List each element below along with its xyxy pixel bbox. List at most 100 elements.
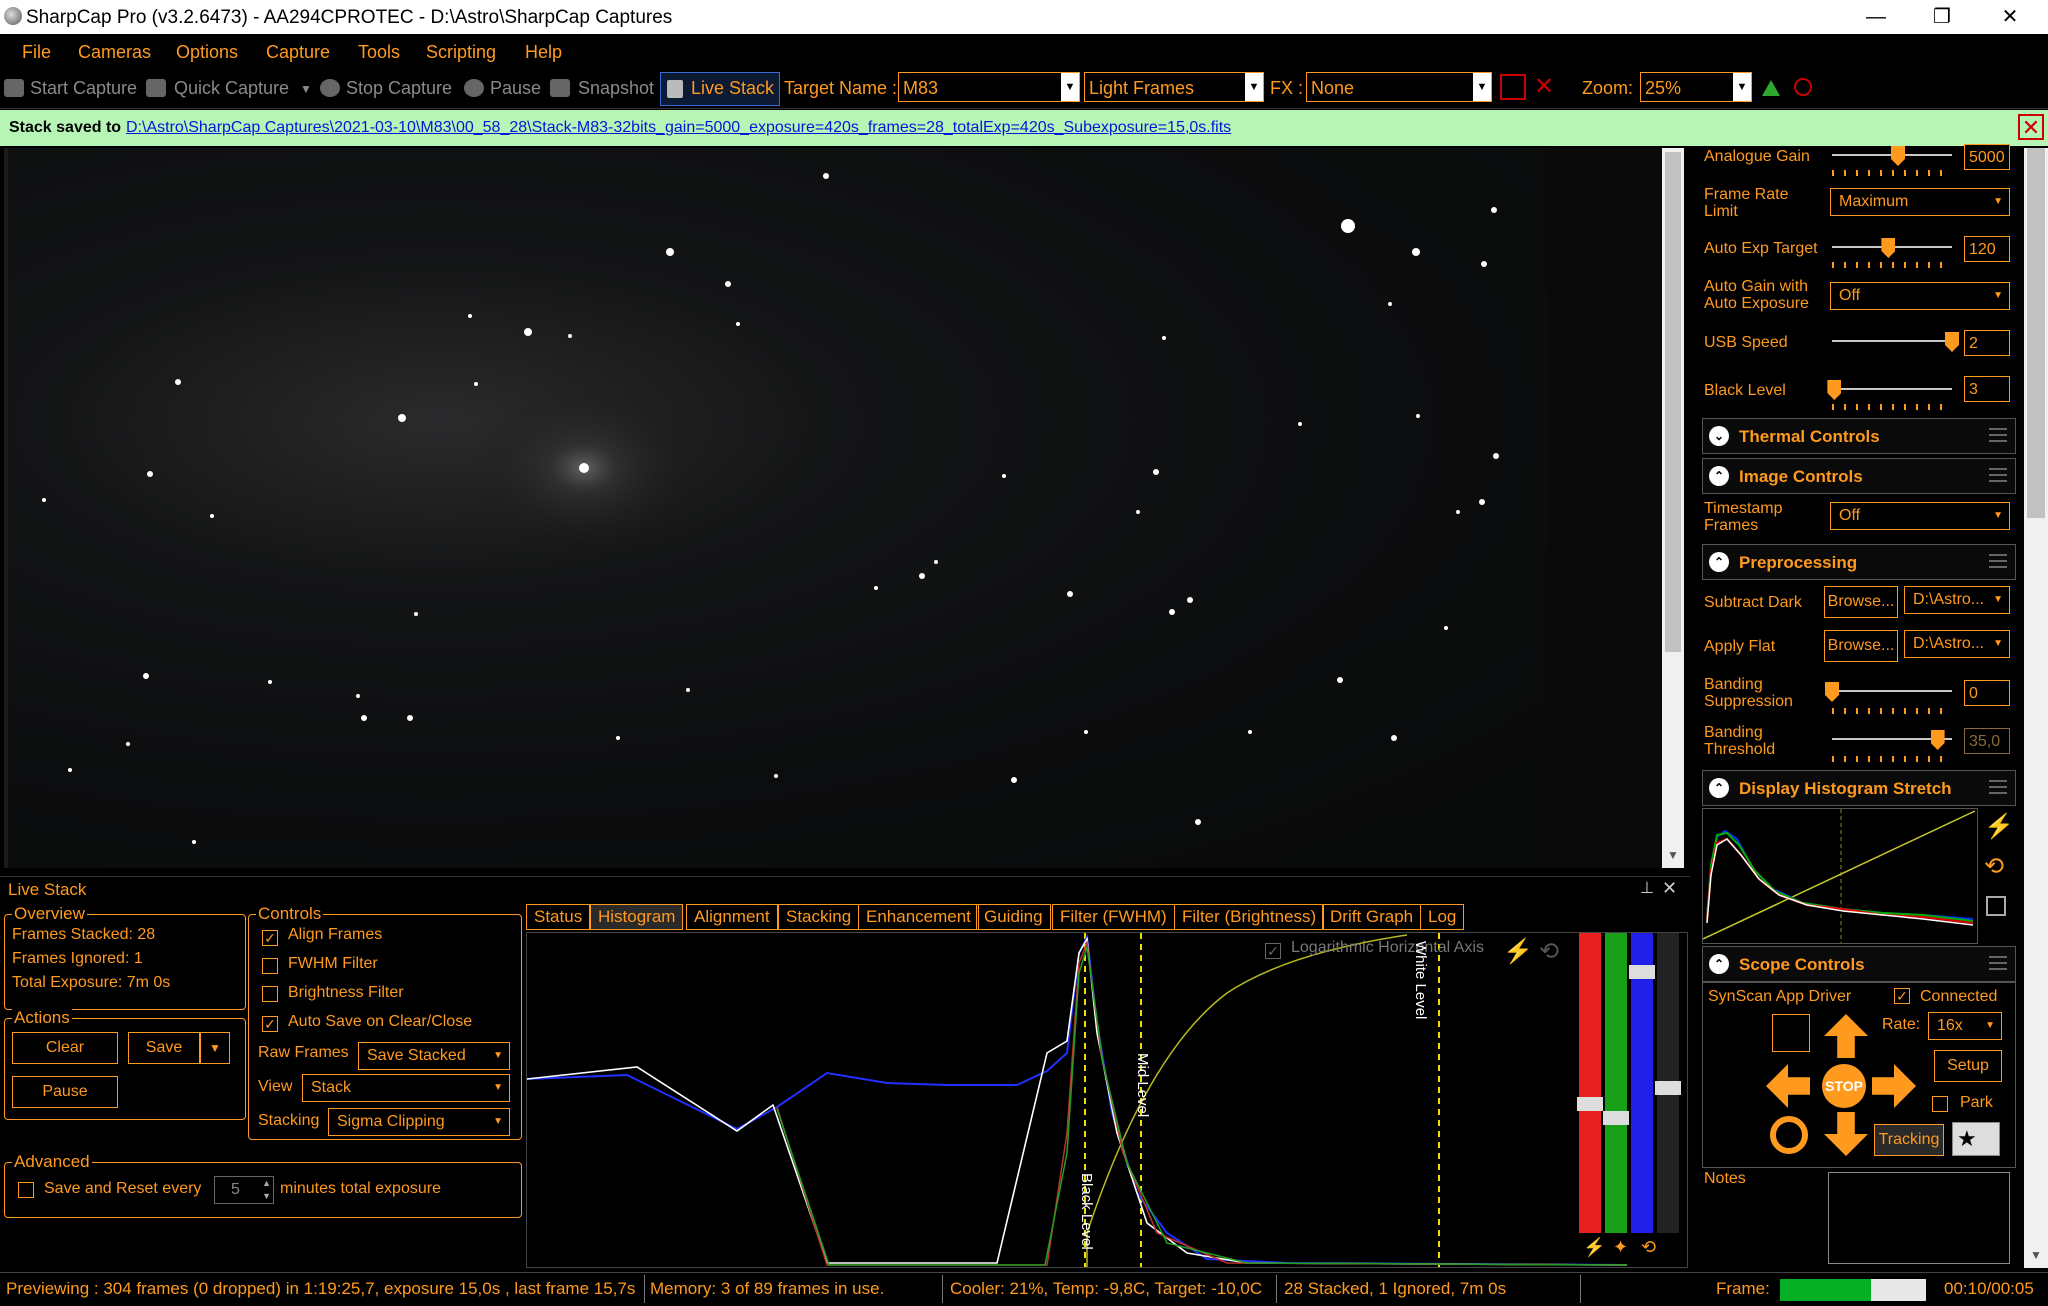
roi-icon[interactable]: [1500, 74, 1526, 100]
fx-select[interactable]: None ▼: [1306, 72, 1492, 102]
connected-checkbox[interactable]: ✓: [1894, 988, 1910, 1004]
blue-level-slider[interactable]: [1629, 933, 1655, 1233]
apply-flat-select[interactable]: D:\Astro... ▼: [1904, 630, 2010, 658]
clear-button[interactable]: Clear: [12, 1032, 118, 1064]
pin-icon[interactable]: ⊥: [1640, 878, 1654, 898]
star-icon[interactable]: ★: [1952, 1122, 2000, 1156]
reset-icon[interactable]: ⟲: [1984, 852, 2004, 881]
slider-handle[interactable]: [1603, 1111, 1629, 1125]
menu-options[interactable]: Options: [176, 42, 238, 63]
white-level-marker[interactable]: White Level: [1412, 941, 1429, 1019]
red-level-slider[interactable]: [1577, 933, 1603, 1233]
auto-save-checkbox[interactable]: ✓: [262, 1016, 278, 1032]
tab-log[interactable]: Log: [1420, 904, 1465, 930]
scope-controls-header[interactable]: ⌃ Scope Controls: [1702, 946, 2016, 982]
maximize-button[interactable]: ❐: [1912, 0, 1972, 34]
histogram-icon[interactable]: [1762, 80, 1780, 96]
tab-enhancement[interactable]: Enhancement: [858, 904, 979, 930]
frame-rate-limit-select[interactable]: Maximum ▼: [1830, 188, 2010, 216]
setup-button[interactable]: Setup: [1934, 1050, 2002, 1082]
stack-histogram[interactable]: ✓ Logarithmic Horizontal Axis Black Leve…: [526, 932, 1688, 1268]
timestamp-frames-select[interactable]: Off ▼: [1830, 502, 2010, 530]
brightness-filter-checkbox[interactable]: [262, 986, 278, 1002]
pause-stack-button[interactable]: Pause: [12, 1076, 118, 1108]
image-controls-header[interactable]: ⌃ Image Controls: [1702, 458, 2016, 494]
save-options-dropdown[interactable]: ▼: [200, 1032, 230, 1064]
stretch-histogram[interactable]: [1702, 808, 1978, 944]
reset-icon[interactable]: ⟲: [1539, 937, 1559, 966]
zoom-select[interactable]: 25% ▼: [1640, 72, 1752, 102]
menu-cameras[interactable]: Cameras: [78, 42, 151, 63]
crosshair-off-icon[interactable]: ✕: [1534, 72, 1554, 101]
auto-gain-select[interactable]: Off ▼: [1830, 282, 2010, 310]
tab-stacking[interactable]: Stacking: [778, 904, 860, 930]
menu-icon[interactable]: [1989, 554, 2007, 568]
notes-textarea[interactable]: [1828, 1172, 2010, 1264]
tab-filter-fwhm[interactable]: Filter (FWHM): [1052, 904, 1175, 930]
banding-suppression-value[interactable]: 0: [1964, 680, 2010, 706]
slider-handle[interactable]: [1577, 1097, 1603, 1111]
auto-stretch-icon[interactable]: ⚡: [1503, 937, 1533, 966]
rate-select[interactable]: 16x ▼: [1928, 1012, 2002, 1040]
quick-capture-button[interactable]: Quick Capture: [174, 78, 289, 99]
fwhm-filter-checkbox[interactable]: [262, 958, 278, 974]
tab-alignment[interactable]: Alignment: [686, 904, 778, 930]
align-frames-checkbox[interactable]: ✓: [262, 930, 278, 946]
tab-drift-graph[interactable]: Drift Graph: [1322, 904, 1422, 930]
minimize-button[interactable]: —: [1846, 0, 1906, 34]
menu-icon[interactable]: [1989, 468, 2007, 482]
crosshair-icon[interactable]: [1770, 1116, 1808, 1154]
banding-threshold-value[interactable]: 35,0: [1964, 728, 2010, 754]
park-checkbox[interactable]: [1932, 1096, 1948, 1112]
stepper-arrows-icon[interactable]: ▲ ▼: [262, 1177, 271, 1203]
view-select[interactable]: Stack ▼: [302, 1074, 510, 1102]
green-level-slider[interactable]: [1603, 933, 1629, 1233]
frame-type-select[interactable]: Light Frames ▼: [1084, 72, 1264, 102]
mid-level-marker[interactable]: Mid Level: [1134, 1053, 1151, 1117]
black-level-marker[interactable]: Black Level: [1078, 1173, 1095, 1250]
raw-frames-select[interactable]: Save Stacked ▼: [358, 1042, 510, 1070]
tab-guiding[interactable]: Guiding: [976, 904, 1051, 930]
image-scrollbar[interactable]: ▼: [1662, 148, 1684, 868]
menu-icon[interactable]: [1989, 956, 2007, 970]
panel-scroll-thumb[interactable]: [2027, 148, 2045, 518]
goto-icon[interactable]: [1772, 1014, 1810, 1052]
preprocessing-header[interactable]: ⌃ Preprocessing: [1702, 544, 2016, 580]
slider-handle[interactable]: [1629, 965, 1655, 979]
close-notification-button[interactable]: ✕: [2018, 114, 2044, 140]
tab-histogram[interactable]: Histogram: [590, 904, 684, 930]
save-button[interactable]: Save: [128, 1032, 200, 1064]
panel-scrollbar[interactable]: ▼: [2024, 148, 2048, 1268]
reset-levels-icon[interactable]: ⟲: [1641, 1237, 1656, 1258]
menu-tools[interactable]: Tools: [358, 42, 400, 63]
menu-capture[interactable]: Capture: [266, 42, 330, 63]
close-live-stack-button[interactable]: ✕: [1662, 878, 1677, 899]
tracking-button[interactable]: Tracking: [1874, 1124, 1944, 1156]
usb-speed-value[interactable]: 2: [1964, 330, 2010, 356]
histogram-stretch-header[interactable]: ⌃ Display Histogram Stretch: [1702, 770, 2016, 806]
scroll-down-icon[interactable]: ▼: [2030, 1248, 2042, 1262]
menu-icon[interactable]: [1989, 780, 2007, 794]
slider-handle[interactable]: [1655, 1081, 1681, 1095]
close-window-button[interactable]: ✕: [1980, 0, 2040, 34]
menu-scripting[interactable]: Scripting: [426, 42, 496, 63]
live-image[interactable]: [4, 148, 1548, 868]
scroll-down-icon[interactable]: ▼: [1667, 848, 1679, 862]
stack-file-link[interactable]: D:\Astro\SharpCap Captures\2021-03-10\M8…: [126, 119, 1231, 137]
stop-capture-button[interactable]: Stop Capture: [346, 78, 452, 99]
auto-stretch-icon[interactable]: ⚡: [1984, 812, 2014, 841]
minutes-stepper[interactable]: 5 ▲ ▼: [214, 1176, 274, 1204]
auto-exp-target-value[interactable]: 120: [1964, 236, 2010, 262]
black-level-value[interactable]: 3: [1964, 376, 2010, 402]
pause-capture-button[interactable]: Pause: [490, 78, 541, 99]
menu-help[interactable]: Help: [525, 42, 562, 63]
subtract-dark-browse-button[interactable]: Browse...: [1824, 586, 1898, 618]
live-stack-button[interactable]: Live Stack: [660, 72, 780, 106]
image-scroll-thumb[interactable]: [1665, 152, 1681, 652]
tab-status[interactable]: Status: [526, 904, 591, 930]
stacking-select[interactable]: Sigma Clipping ▼: [328, 1108, 510, 1136]
analogue-gain-value[interactable]: 5000: [1964, 144, 2010, 170]
menu-file[interactable]: File: [22, 42, 51, 63]
apply-flat-browse-button[interactable]: Browse...: [1824, 630, 1898, 662]
lum-level-slider[interactable]: [1655, 933, 1681, 1233]
